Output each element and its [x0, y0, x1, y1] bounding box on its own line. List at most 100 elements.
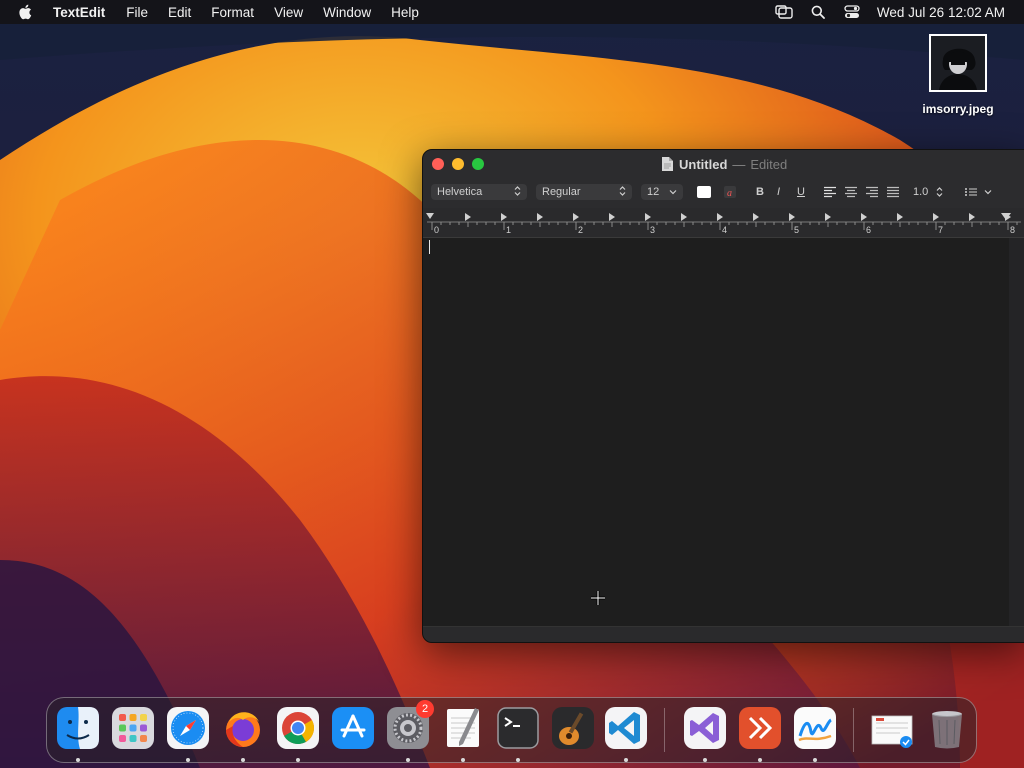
font-family-value: Helvetica [437, 186, 483, 198]
tab-stop-marker [861, 213, 867, 221]
tab-stop-marker [465, 213, 471, 221]
menu-format[interactable]: Format [211, 5, 254, 20]
list-style-button[interactable] [964, 184, 994, 200]
ruler-label: 6 [866, 225, 871, 235]
tab-stop-marker [537, 213, 543, 221]
spotlight-search-icon[interactable] [809, 4, 827, 20]
align-center-button[interactable] [844, 184, 860, 200]
underline-button[interactable]: U [797, 184, 805, 200]
zoom-window-button[interactable] [472, 158, 484, 170]
left-indent-marker [426, 213, 434, 219]
notification-badge: 2 [416, 700, 434, 718]
freeform-icon[interactable] [793, 706, 837, 750]
garageband-icon[interactable] [551, 706, 595, 750]
highlight-color-button[interactable]: a [723, 184, 739, 200]
menu-help[interactable]: Help [391, 5, 419, 20]
text-color-well[interactable] [697, 186, 711, 198]
window-title: Untitled [679, 156, 728, 172]
vscode-icon[interactable] [604, 706, 648, 750]
text-editor-area[interactable] [423, 238, 1009, 626]
align-right-button[interactable] [865, 184, 881, 200]
tab-stop-marker [825, 213, 831, 221]
terminal-running-dot [516, 758, 520, 762]
apple-icon[interactable] [18, 4, 34, 20]
align-left-icon [824, 186, 836, 198]
tab-stop-marker [681, 213, 687, 221]
launchpad-icon[interactable] [111, 706, 155, 750]
font-family-select[interactable]: Helvetica [431, 184, 527, 200]
remote-desktop-icon[interactable] [738, 706, 782, 750]
control-center-icon[interactable] [843, 4, 861, 20]
safari-icon[interactable] [166, 706, 210, 750]
italic-button[interactable]: I [777, 184, 780, 200]
vscode-running-dot [624, 758, 628, 762]
desktop-file-name: imsorry.jpeg [922, 102, 994, 116]
highlight-icon: a [724, 186, 736, 199]
vertical-scrollbar[interactable] [1009, 238, 1024, 626]
tab-stop-marker [573, 213, 579, 221]
desktop-file-icon[interactable]: imsorry.jpeg [912, 34, 1004, 116]
chevron-down-icon [669, 187, 677, 199]
menu-clock[interactable]: Wed Jul 26 12:02 AM [877, 5, 1005, 20]
menu-view[interactable]: View [274, 5, 303, 20]
font-size-select[interactable]: 12 [641, 184, 683, 200]
trash-icon[interactable] [925, 706, 969, 750]
document-icon [661, 157, 673, 171]
title-separator: — [732, 156, 746, 172]
window-titlebar[interactable]: Untitled — Edited Helvetica Regular 12 a… [423, 150, 1024, 208]
tab-stop-marker [501, 213, 507, 221]
text-caret [429, 240, 430, 254]
menu-edit[interactable]: Edit [168, 5, 191, 20]
ruler-label: 8 [1010, 225, 1015, 235]
dock: 2 [46, 697, 977, 763]
chrome-icon[interactable] [276, 706, 320, 750]
app-store-icon[interactable] [331, 706, 375, 750]
ruler-label: 3 [650, 225, 655, 235]
line-spacing-select[interactable]: 1.0 [913, 184, 951, 200]
tab-stop-marker [933, 213, 939, 221]
remote-desktop-running-dot [758, 758, 762, 762]
terminal-icon[interactable] [496, 706, 540, 750]
close-window-button[interactable] [432, 158, 444, 170]
menu-window[interactable]: Window [323, 5, 371, 20]
ruler-label: 7 [938, 225, 943, 235]
ruler-label: 4 [722, 225, 727, 235]
align-justify-icon [887, 186, 899, 198]
menu-app-name[interactable]: TextEdit [53, 5, 105, 20]
tab-stop-marker [717, 213, 723, 221]
bold-button[interactable]: B [756, 184, 764, 200]
align-justify-button[interactable] [886, 184, 902, 200]
font-style-select[interactable]: Regular [536, 184, 632, 200]
align-left-button[interactable] [823, 184, 839, 200]
freeform-running-dot [813, 758, 817, 762]
horizontal-scrollbar[interactable] [423, 626, 1024, 642]
ruler[interactable]: 0 1 2 3 4 5 6 7 8 [423, 208, 1024, 238]
visual-studio-icon[interactable] [683, 706, 727, 750]
ruler-label: 1 [506, 225, 511, 235]
finder-icon[interactable] [56, 706, 100, 750]
menu-file[interactable]: File [126, 5, 148, 20]
updown-chevron-icon [619, 185, 626, 200]
tab-stop-marker [753, 213, 759, 221]
align-right-icon [866, 186, 878, 198]
font-style-value: Regular [542, 186, 581, 198]
updown-chevron-icon [936, 186, 943, 198]
tab-stop-marker [789, 213, 795, 221]
window-title-area[interactable]: Untitled — Edited [661, 156, 787, 172]
stage-manager-icon[interactable] [775, 4, 793, 20]
align-center-icon [845, 186, 857, 198]
system-settings-icon[interactable]: 2 [386, 700, 434, 750]
textedit-window: Untitled — Edited Helvetica Regular 12 a… [422, 149, 1024, 643]
firefox-icon[interactable] [221, 706, 265, 750]
visual-studio-running-dot [703, 758, 707, 762]
ruler-ticks: 0 1 2 3 4 5 6 7 8 [426, 213, 1021, 235]
dock-separator [664, 708, 665, 752]
minimize-window-button[interactable] [452, 158, 464, 170]
tab-stop-marker [897, 213, 903, 221]
textedit-app-icon[interactable] [441, 706, 485, 750]
document-preview-icon[interactable] [870, 706, 914, 750]
safari-running-dot [186, 758, 190, 762]
finder-running-dot [76, 758, 80, 762]
textedit-running-dot [461, 758, 465, 762]
ruler-label: 0 [434, 225, 439, 235]
